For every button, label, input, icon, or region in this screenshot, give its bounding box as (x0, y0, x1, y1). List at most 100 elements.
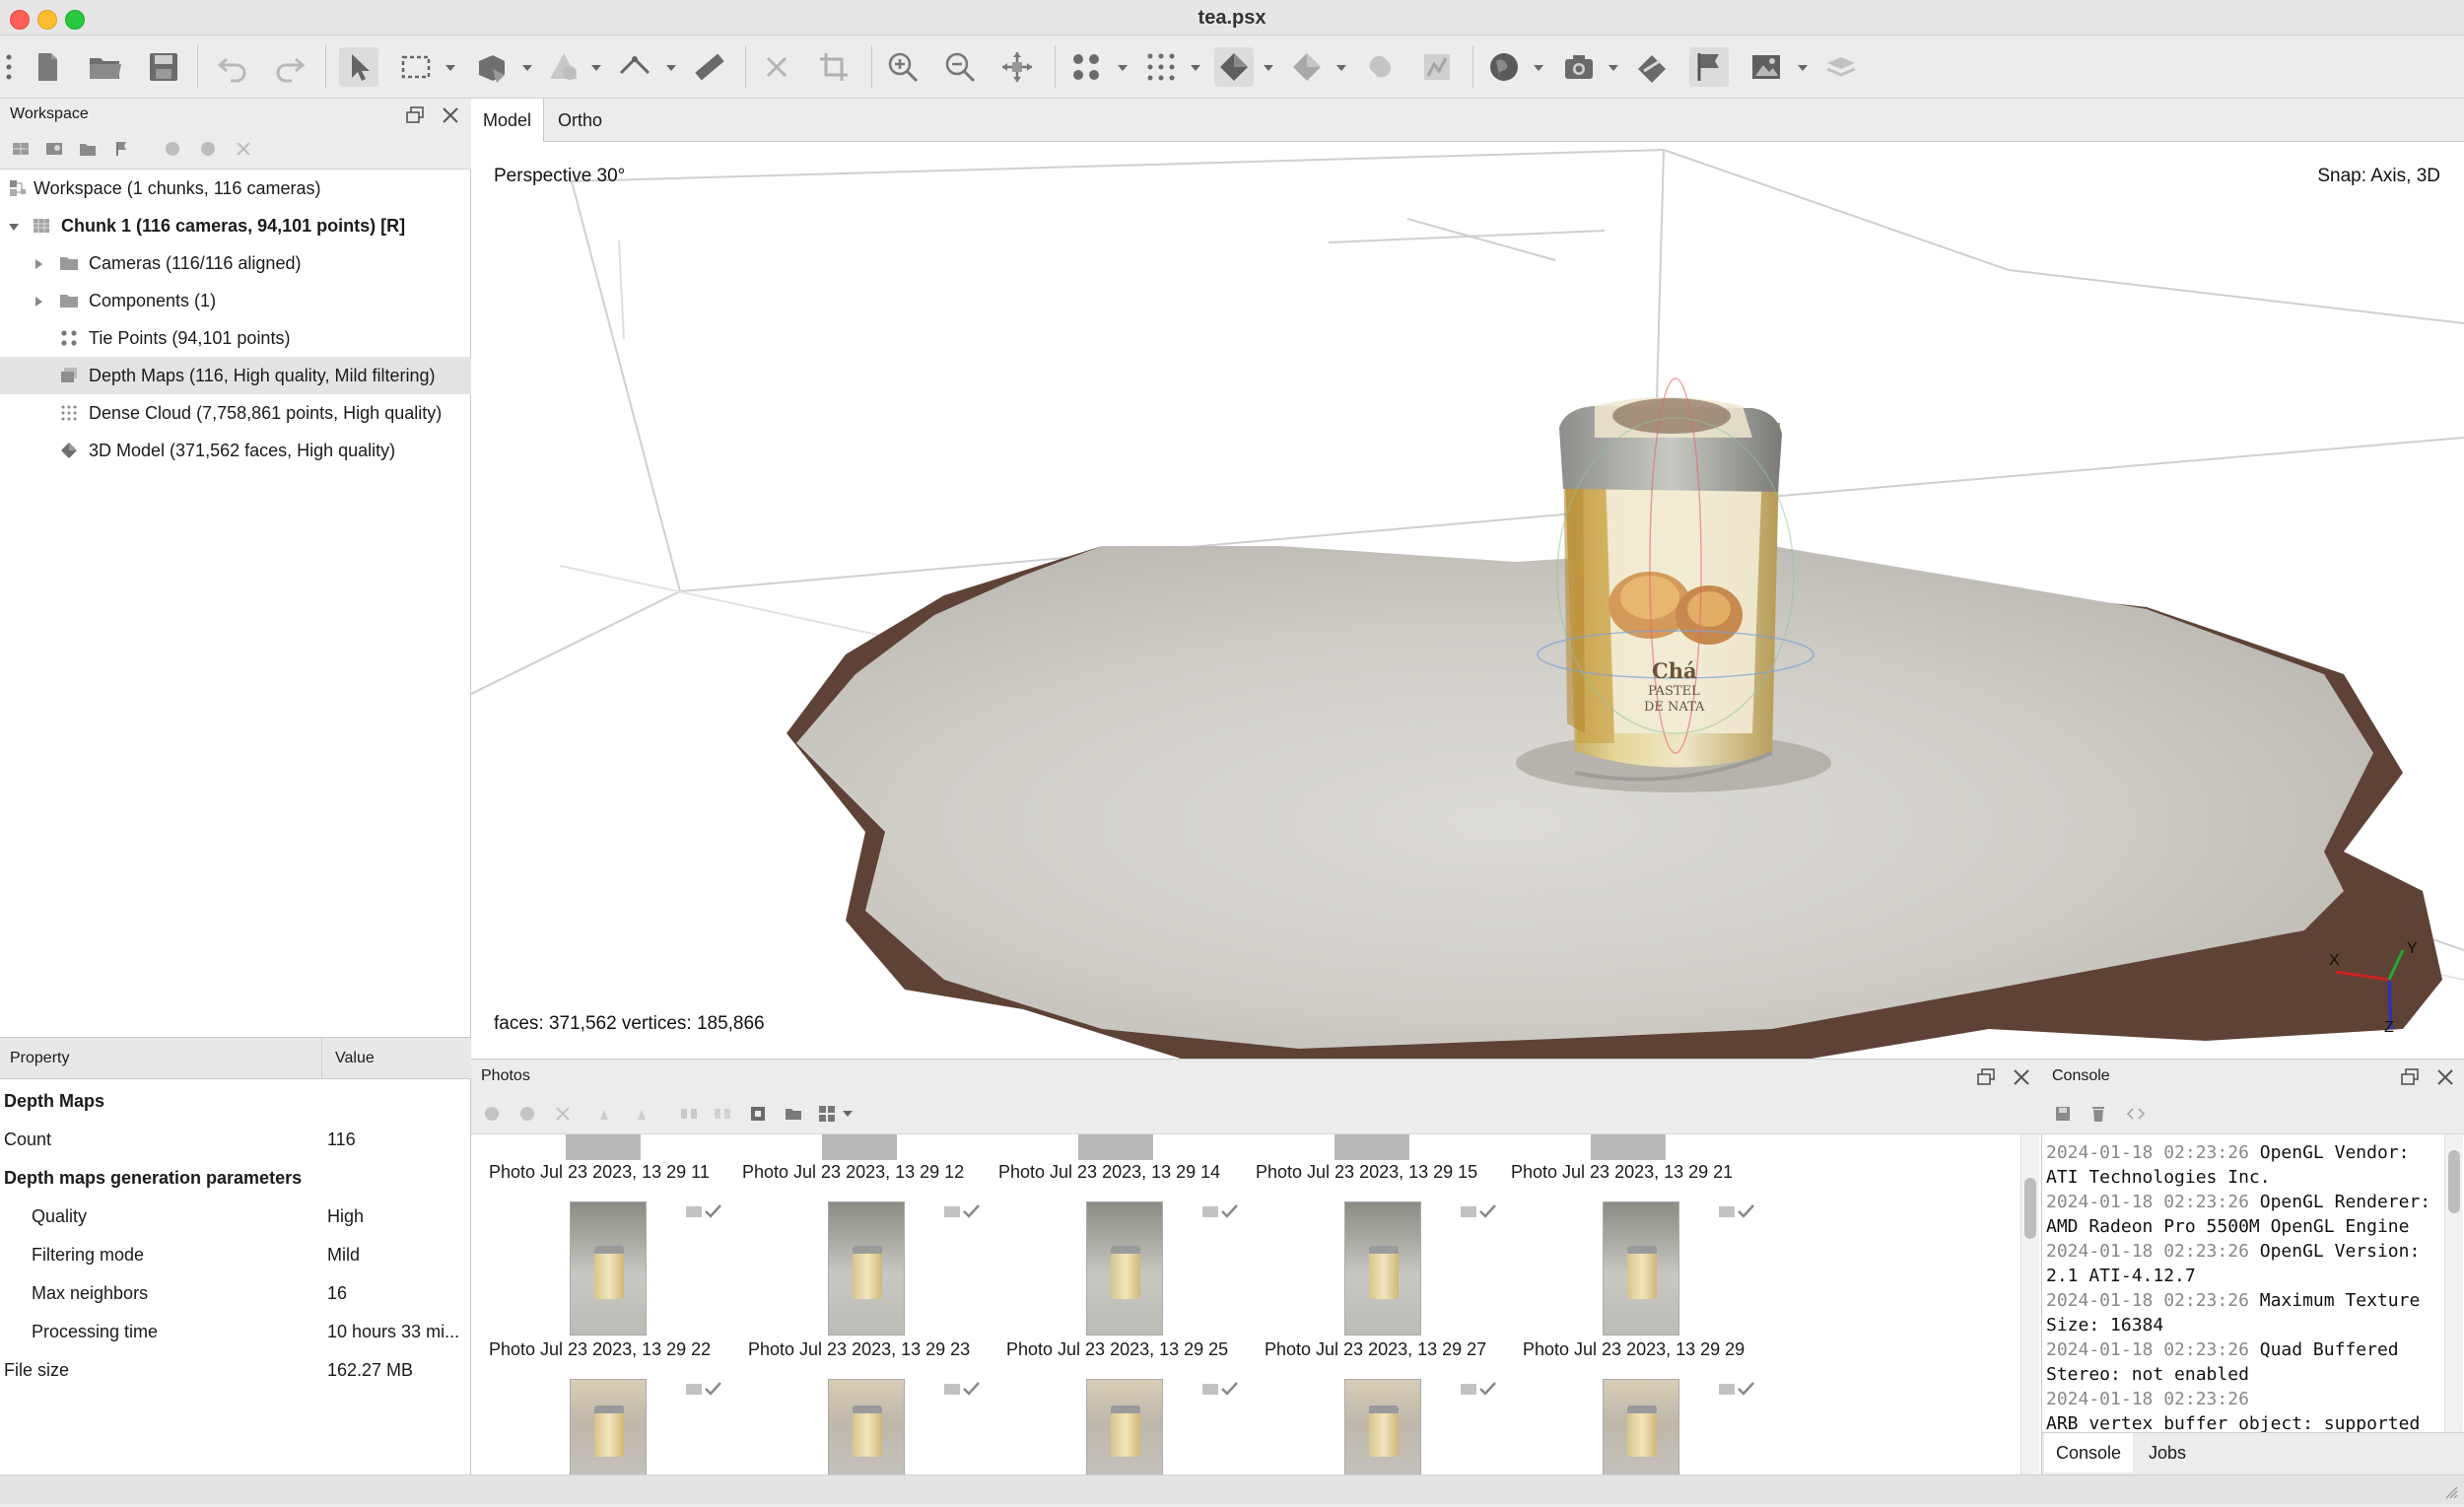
property-row[interactable]: Count 116 (0, 1120, 471, 1158)
new-document-button[interactable] (28, 47, 67, 87)
tree-item-dense-cloud[interactable]: Dense Cloud (7,758,861 points, High qual… (0, 394, 471, 432)
disable-item-icon[interactable] (197, 138, 219, 160)
photos-scrollbar[interactable] (2020, 1134, 2039, 1475)
remove-camera-icon[interactable] (552, 1103, 574, 1125)
flag-markers-icon[interactable] (1689, 47, 1729, 87)
property-row[interactable]: Max neighbors 16 (0, 1273, 471, 1312)
layers-icon[interactable] (1821, 47, 1861, 87)
float-panel-icon[interactable] (1975, 1066, 1997, 1088)
clear-log-icon[interactable] (2088, 1103, 2109, 1125)
console-scrollbar[interactable] (2444, 1134, 2463, 1432)
tree-item-3d-model[interactable]: 3D Model (371,562 faces, High quality) (0, 432, 471, 469)
reset-filter-icon[interactable] (712, 1103, 733, 1125)
filter-photos-icon[interactable] (678, 1103, 700, 1125)
rotate-right-icon[interactable] (629, 1103, 650, 1125)
ruler-button[interactable] (690, 47, 729, 87)
disable-camera-icon[interactable] (516, 1103, 538, 1125)
photo-thumbnail[interactable] (1086, 1379, 1163, 1475)
photo-label[interactable]: Photo Jul 23 2023, 13 29 14 (998, 1162, 1220, 1183)
dense-cloud-view-icon[interactable] (1141, 47, 1181, 87)
close-panel-icon[interactable] (2434, 1066, 2456, 1088)
resize-region-button[interactable] (473, 47, 513, 87)
crop-button[interactable] (814, 47, 854, 87)
property-row[interactable]: Depth maps generation parameters (0, 1158, 471, 1197)
model-viewport[interactable]: Perspective 30° Snap: Axis, 3D faces: 37… (471, 142, 2464, 1059)
rotate-left-icon[interactable] (595, 1103, 617, 1125)
delete-selection-button[interactable] (757, 47, 796, 87)
photo-label[interactable]: Photo Jul 23 2023, 13 29 27 (1265, 1339, 1486, 1360)
tab-jobs[interactable]: Jobs (2137, 1433, 2198, 1473)
add-photos-icon[interactable] (43, 138, 65, 160)
photo-label[interactable]: Photo Jul 23 2023, 13 29 25 (1006, 1339, 1228, 1360)
markers-icon[interactable] (1632, 47, 1672, 87)
model-shape-button[interactable] (544, 47, 583, 87)
photo-thumbnail[interactable] (828, 1379, 905, 1475)
photo-thumbnail[interactable] (1344, 1379, 1421, 1475)
property-row[interactable]: Processing time 10 hours 33 mi... (0, 1312, 471, 1350)
float-panel-icon[interactable] (2399, 1066, 2421, 1088)
tiled-model-icon[interactable] (1360, 47, 1400, 87)
draw-dropdown-arrow[interactable] (666, 65, 676, 71)
view-mode-icon[interactable] (816, 1103, 838, 1125)
photo-label[interactable]: Photo Jul 23 2023, 13 29 22 (489, 1339, 711, 1360)
photo-label[interactable]: Photo Jul 23 2023, 13 29 15 (1256, 1162, 1477, 1183)
undo-button[interactable] (213, 47, 252, 87)
float-panel-icon[interactable] (404, 104, 426, 126)
selection-dropdown-arrow[interactable] (445, 65, 455, 71)
zoom-in-icon[interactable] (883, 47, 923, 87)
tab-console[interactable]: Console (2044, 1433, 2134, 1473)
show-cameras-icon[interactable] (1066, 47, 1106, 87)
close-panel-icon[interactable] (440, 104, 461, 126)
remove-item-icon[interactable] (233, 138, 254, 160)
cloud-dropdown-arrow[interactable] (1191, 65, 1200, 71)
view-mode-dropdown-arrow[interactable] (843, 1111, 853, 1117)
masks-icon[interactable] (747, 1103, 769, 1125)
globe-view-icon[interactable] (1484, 47, 1524, 87)
add-chunk-icon[interactable] (10, 138, 32, 160)
move-object-icon[interactable] (997, 47, 1037, 87)
property-column-header[interactable]: Property (10, 1050, 69, 1067)
shaded-model-icon[interactable] (1214, 47, 1254, 87)
photo-label[interactable]: Photo Jul 23 2023, 13 29 12 (742, 1162, 964, 1183)
camera-capture-icon[interactable] (1559, 47, 1599, 87)
region-dropdown-arrow[interactable] (522, 65, 532, 71)
enable-item-icon[interactable] (162, 138, 183, 160)
run-script-icon[interactable] (2125, 1103, 2147, 1125)
tree-item-cameras[interactable]: Cameras (116/116 aligned) (0, 244, 471, 282)
photo-thumbnail[interactable] (1603, 1201, 1679, 1336)
overlay-dropdown-arrow[interactable] (1798, 65, 1808, 71)
expand-chevron-icon[interactable] (34, 296, 43, 308)
tree-item-components[interactable]: Components (1) (0, 282, 471, 319)
open-folder-button[interactable] (85, 47, 124, 87)
save-button[interactable] (144, 47, 183, 87)
expand-chevron-icon[interactable] (34, 258, 43, 270)
photo-label[interactable]: Photo Jul 23 2023, 13 29 21 (1511, 1162, 1733, 1183)
photo-thumbnail[interactable] (828, 1201, 905, 1336)
property-row[interactable]: Quality High (0, 1197, 471, 1235)
photo-thumbnail[interactable] (1086, 1201, 1163, 1336)
photo-label[interactable]: Photo Jul 23 2023, 13 29 11 (489, 1162, 710, 1183)
image-overlay-icon[interactable] (1746, 47, 1786, 87)
folder-view-icon[interactable] (783, 1103, 804, 1125)
tree-item-workspace[interactable]: Workspace (1 chunks, 116 cameras) (0, 170, 471, 207)
scene-canvas[interactable] (471, 142, 2464, 1059)
tree-item-chunk[interactable]: Chunk 1 (116 cameras, 94,101 points) [R] (0, 207, 471, 244)
resize-grip-icon[interactable] (2442, 1483, 2458, 1499)
redo-button[interactable] (270, 47, 309, 87)
tree-item-depth-maps[interactable]: Depth Maps (116, High quality, Mild filt… (0, 357, 471, 394)
tab-ortho[interactable]: Ortho (546, 99, 614, 142)
tab-model[interactable]: Model (471, 99, 545, 142)
tree-item-tie-points[interactable]: Tie Points (94,101 points) (0, 319, 471, 357)
texture-dropdown-arrow[interactable] (1336, 65, 1346, 71)
dem-view-icon[interactable] (1417, 47, 1457, 87)
add-marker-icon[interactable] (110, 138, 132, 160)
navigation-cursor-button[interactable] (339, 47, 378, 87)
model-dropdown-arrow[interactable] (1264, 65, 1273, 71)
property-row[interactable]: File size 162.27 MB (0, 1350, 471, 1389)
value-column-header[interactable]: Value (335, 1050, 375, 1067)
photo-label[interactable]: Photo Jul 23 2023, 13 29 29 (1523, 1339, 1745, 1360)
add-folder-icon[interactable] (77, 138, 99, 160)
enable-camera-icon[interactable] (481, 1103, 503, 1125)
property-row[interactable]: Filtering mode Mild (0, 1235, 471, 1273)
property-row[interactable]: Depth Maps (0, 1081, 471, 1120)
